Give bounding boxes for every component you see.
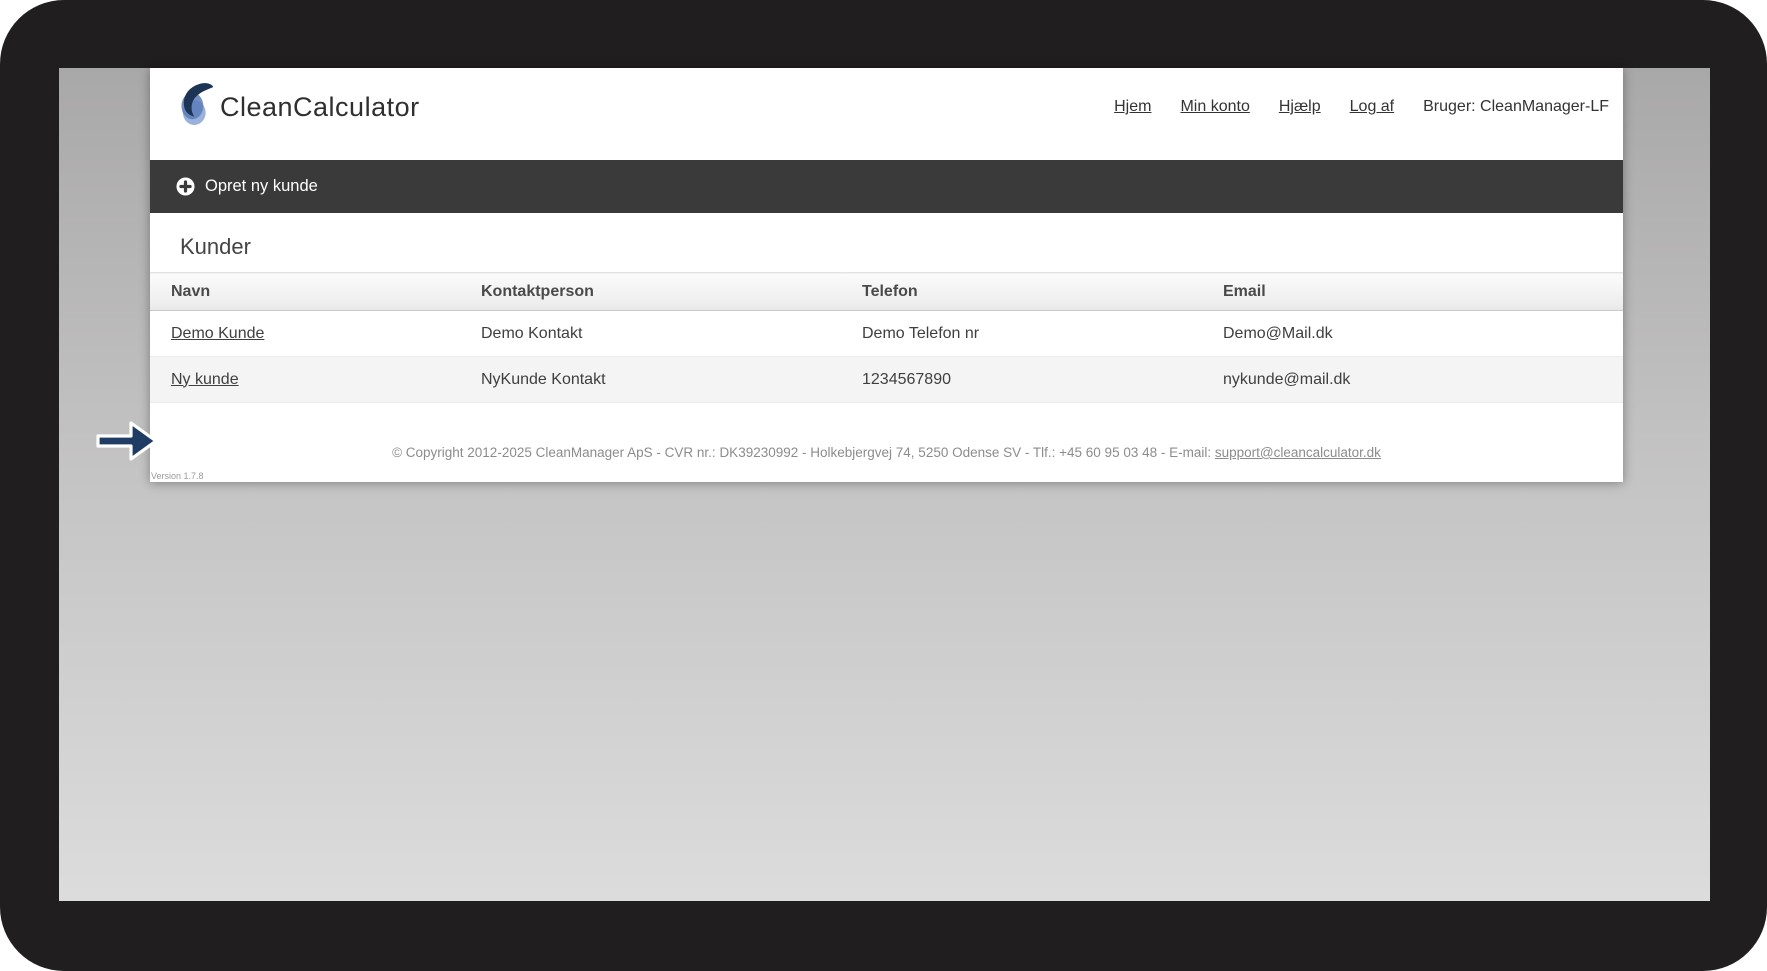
page-header: CleanCalculator Hjem Min konto Hjælp Log… xyxy=(150,68,1623,160)
cell-kontaktperson: NyKunde Kontakt xyxy=(460,356,841,403)
cell-email: nykunde@mail.dk xyxy=(1202,356,1623,403)
desktop-background: CleanCalculator Hjem Min konto Hjælp Log… xyxy=(59,68,1710,901)
column-header-telefon: Telefon xyxy=(841,272,1202,311)
page-footer: © Copyright 2012-2025 CleanManager ApS -… xyxy=(150,445,1623,460)
table-row: Demo Kunde Demo Kontakt Demo Telefon nr … xyxy=(150,310,1623,357)
column-header-email: Email xyxy=(1202,272,1623,311)
screen-frame: CleanCalculator Hjem Min konto Hjælp Log… xyxy=(0,0,1767,971)
cell-kontaktperson: Demo Kontakt xyxy=(460,310,841,357)
copyright-text: © Copyright 2012-2025 CleanManager ApS -… xyxy=(392,445,1212,460)
page-title: Kunder xyxy=(180,234,251,259)
column-header-navn: Navn xyxy=(150,272,460,311)
support-email-link[interactable]: support@cleancalculator.dk xyxy=(1215,445,1381,460)
customer-link-ny-kunde[interactable]: Ny kunde xyxy=(171,371,239,388)
top-nav: Hjem Min konto Hjælp Log af Bruger: Clea… xyxy=(1114,98,1609,116)
annotation-arrow-icon xyxy=(94,419,160,463)
customer-link-demo-kunde[interactable]: Demo Kunde xyxy=(171,325,264,342)
plus-circle-icon xyxy=(176,177,195,196)
create-customer-label: Opret ny kunde xyxy=(205,177,318,195)
version-label: Version 1.7.8 xyxy=(151,471,204,481)
nav-link-hjem[interactable]: Hjem xyxy=(1114,98,1151,116)
table-header-row: Navn Kontaktperson Telefon Email xyxy=(150,272,1623,311)
table-row: Ny kunde NyKunde Kontakt 1234567890 nyku… xyxy=(150,356,1623,403)
nav-link-log-af[interactable]: Log af xyxy=(1350,98,1394,116)
nav-link-min-konto[interactable]: Min konto xyxy=(1180,98,1249,116)
logo-text: CleanCalculator xyxy=(220,91,420,122)
cell-navn: Demo Kunde xyxy=(150,310,460,357)
cell-navn: Ny kunde xyxy=(150,356,460,403)
logo[interactable]: CleanCalculator xyxy=(180,81,420,134)
create-customer-button[interactable]: Opret ny kunde xyxy=(150,160,1623,213)
logged-in-user-label: Bruger: CleanManager-LF xyxy=(1423,98,1609,115)
browser-page: CleanCalculator Hjem Min konto Hjælp Log… xyxy=(96,68,1623,482)
column-header-kontaktperson: Kontaktperson xyxy=(460,272,841,311)
customers-table: Navn Kontaktperson Telefon Email Demo Ku… xyxy=(150,272,1623,403)
logo-swirl-icon xyxy=(180,81,218,134)
nav-link-hjaelp[interactable]: Hjælp xyxy=(1279,98,1321,116)
cell-telefon: Demo Telefon nr xyxy=(841,310,1202,357)
cell-email: Demo@Mail.dk xyxy=(1202,310,1623,357)
cell-telefon: 1234567890 xyxy=(841,356,1202,403)
